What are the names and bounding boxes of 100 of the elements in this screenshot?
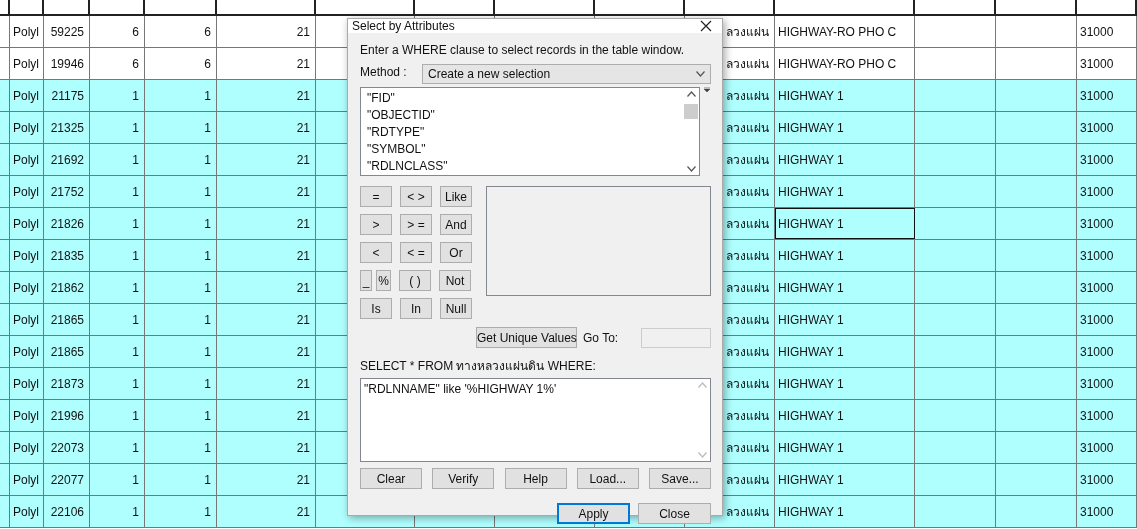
table-cell: 31000 xyxy=(1080,248,1114,263)
query-label: SELECT * FROM ทางหลวงแผ่นดิน WHERE: xyxy=(360,358,597,375)
table-cell: 22073 xyxy=(50,440,84,455)
table-cell-text: ลวงแผ่น xyxy=(726,120,769,137)
table-cell: HIGHWAY 1 xyxy=(778,280,844,295)
table-cell: 1 xyxy=(204,184,211,199)
table-cell: 21 xyxy=(296,152,310,167)
table-cell: 21 xyxy=(296,408,310,423)
table-cell: 19946 xyxy=(50,56,84,71)
table-cell-text: ลวงแผ่น xyxy=(726,152,769,169)
window-title: Select by Attributes xyxy=(352,19,455,33)
table-cell: 21 xyxy=(296,184,310,199)
table-cell: 1 xyxy=(204,152,211,167)
table-cell: 21 xyxy=(296,56,310,71)
table-cell: HIGHWAY 1 xyxy=(778,408,844,423)
table-cell: 21826 xyxy=(50,216,84,231)
table-cell: 1 xyxy=(132,120,139,135)
table-cell-text: ลวงแผ่น xyxy=(726,24,769,41)
table-cell: 6 xyxy=(132,24,139,39)
table-cell-text: ลวงแผ่น xyxy=(726,216,769,233)
table-cell: 1 xyxy=(132,504,139,519)
table-cell: 21 xyxy=(296,472,310,487)
table-cell: 21 xyxy=(296,440,310,455)
table-cell: Polyl xyxy=(13,376,39,391)
table-cell: 31000 xyxy=(1080,504,1114,519)
table-cell: 59225 xyxy=(50,24,84,39)
table-cell: Polyl xyxy=(13,440,39,455)
table-cell: 1 xyxy=(132,184,139,199)
table-cell: Polyl xyxy=(13,248,39,263)
table-cell: 6 xyxy=(204,56,211,71)
table-cell-text: ลวงแผ่น xyxy=(726,504,769,521)
table-cell: HIGHWAY 1 xyxy=(778,312,844,327)
table-cell-text: ลวงแผ่น xyxy=(726,376,769,393)
table-cell: Polyl xyxy=(13,504,39,519)
table-cell: HIGHWAY 1 xyxy=(778,248,844,263)
table-cell: 21865 xyxy=(50,344,84,359)
table-cell: 1 xyxy=(204,312,211,327)
table-cell: Polyl xyxy=(13,56,39,71)
table-cell: 21865 xyxy=(50,312,84,327)
table-cell: 1 xyxy=(132,280,139,295)
table-cell: Polyl xyxy=(13,312,39,327)
table-cell-text: ลวงแผ่น xyxy=(726,344,769,361)
table-cell: Polyl xyxy=(13,120,39,135)
table-cell: 21862 xyxy=(50,280,84,295)
table-cell: 21752 xyxy=(50,184,84,199)
table-cell: HIGHWAY 1 xyxy=(778,152,844,167)
table-cell: 1 xyxy=(204,408,211,423)
table-cell: 31000 xyxy=(1080,120,1114,135)
table-cell: HIGHWAY 1 xyxy=(778,376,844,391)
goto-label: Go To: xyxy=(583,330,619,345)
table-cell: 1 xyxy=(204,216,211,231)
table-cell: 6 xyxy=(132,56,139,71)
table-cell-text: ลวงแผ่น xyxy=(726,280,769,297)
table-cell: 1 xyxy=(204,88,211,103)
table-cell: 21 xyxy=(296,376,310,391)
table-cell: Polyl xyxy=(13,408,39,423)
table-cell: 1 xyxy=(132,216,139,231)
table-cell: 31000 xyxy=(1080,440,1114,455)
table-cell: 31000 xyxy=(1080,216,1114,231)
table-cell-text: ลวงแผ่น xyxy=(726,312,769,329)
table-cell: 1 xyxy=(204,120,211,135)
table-cell: 21 xyxy=(296,504,310,519)
table-cell: 1 xyxy=(204,248,211,263)
table-cell: 1 xyxy=(132,376,139,391)
table-cell: 31000 xyxy=(1080,184,1114,199)
table-cell: 21873 xyxy=(50,376,84,391)
table-cell-text: ลวงแผ่น xyxy=(726,472,769,489)
table-cell: Polyl xyxy=(13,280,39,295)
table-cell-text: ลวงแผ่น xyxy=(726,184,769,201)
table-cell: 31000 xyxy=(1080,24,1114,39)
table-cell: HIGHWAY 1 xyxy=(778,184,844,199)
table-cell: 21 xyxy=(296,248,310,263)
table-cell: HIGHWAY 1 xyxy=(778,216,844,231)
table-cell: 21 xyxy=(296,280,310,295)
table-cell: HIGHWAY 1 xyxy=(778,120,844,135)
table-cell: Polyl xyxy=(13,184,39,199)
table-cell: 21325 xyxy=(50,120,84,135)
table-cell: 21 xyxy=(296,120,310,135)
table-cell: 21 xyxy=(296,344,310,359)
table-cell: 1 xyxy=(132,408,139,423)
table-cell: 6 xyxy=(204,24,211,39)
table-cell: Polyl xyxy=(13,24,39,39)
table-cell: Polyl xyxy=(13,216,39,231)
table-cell: 1 xyxy=(132,88,139,103)
table-cell: 1 xyxy=(132,248,139,263)
table-cell: 31000 xyxy=(1080,312,1114,327)
table-cell: 1 xyxy=(204,344,211,359)
table-cell: Polyl xyxy=(13,472,39,487)
table-cell: HIGHWAY 1 xyxy=(778,344,844,359)
table-cell: 21 xyxy=(296,88,310,103)
table-cell: HIGHWAY-RO PHO C xyxy=(778,56,897,71)
table-cell: 21835 xyxy=(50,248,84,263)
table-cell: Polyl xyxy=(13,88,39,103)
table-cell: 1 xyxy=(132,312,139,327)
table-cell: 31000 xyxy=(1080,56,1114,71)
table-cell: 1 xyxy=(204,440,211,455)
table-cell: HIGHWAY 1 xyxy=(778,440,844,455)
table-cell: 21996 xyxy=(50,408,84,423)
table-cell: 31000 xyxy=(1080,376,1114,391)
table-cell: 1 xyxy=(204,472,211,487)
